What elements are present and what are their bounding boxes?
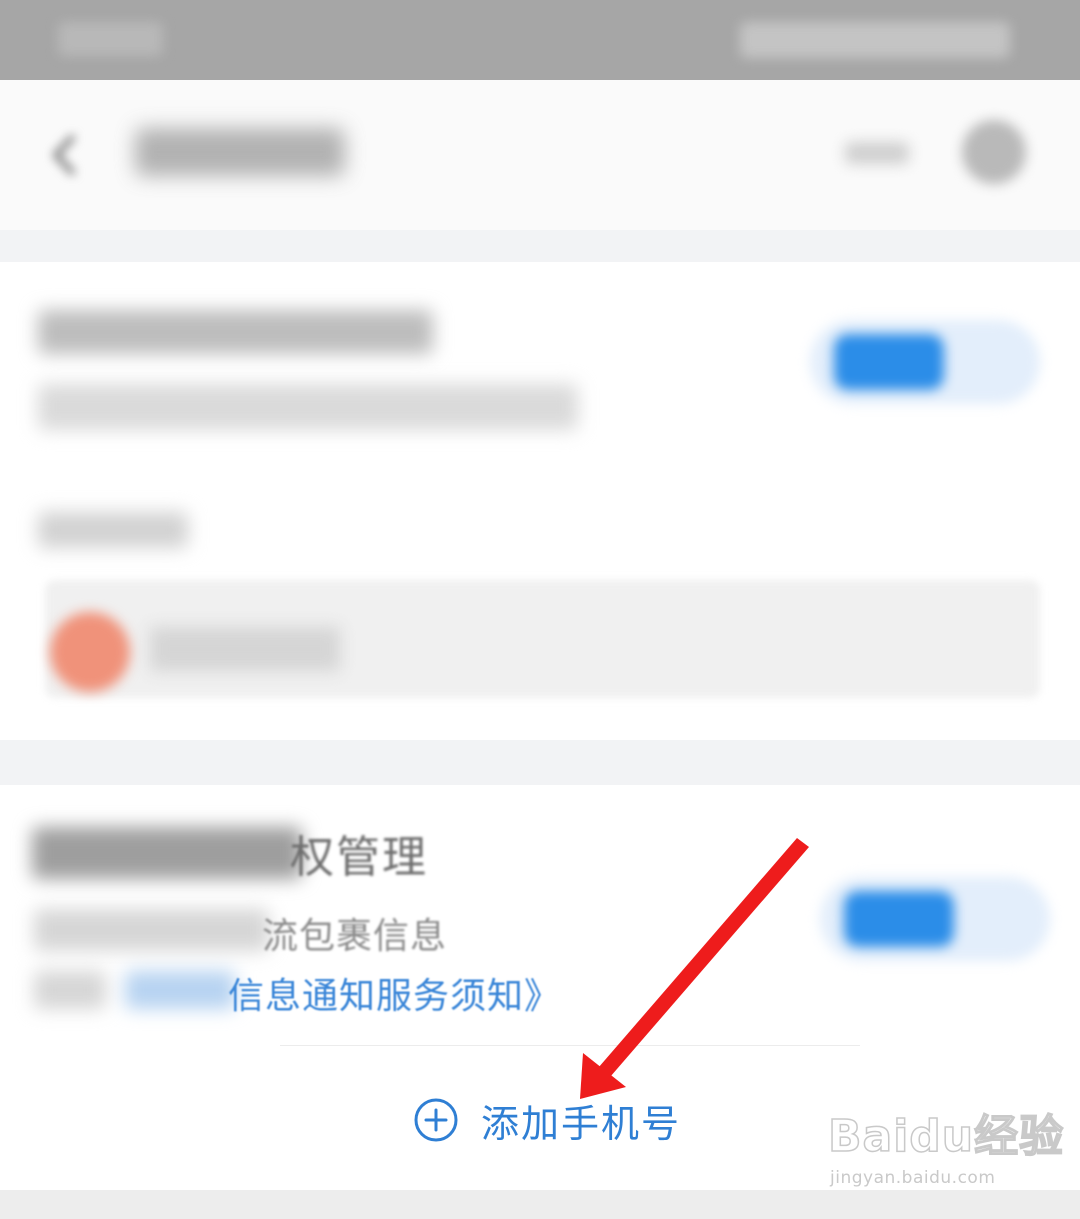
watermark-brand: Baidu经验 <box>827 1110 1065 1163</box>
baidu-jingyan-watermark: Baidu经验 jingyan.baidu.com <box>827 1100 1064 1195</box>
toggle-switch-1[interactable] <box>810 320 1040 404</box>
watermark-url: jingyan.baidu.com <box>830 1168 996 1188</box>
toggle-knob <box>834 334 944 390</box>
phone-number-blurred <box>150 627 340 671</box>
plus-circle-icon <box>414 1098 458 1142</box>
nav-header <box>0 80 1080 230</box>
status-icons-blurred <box>740 22 1010 58</box>
setting-description-blurred <box>38 384 578 430</box>
service-notice-link[interactable]: 信息通知服务须知》 <box>228 967 561 1019</box>
page-title-blurred <box>135 128 345 176</box>
settings-card-1 <box>0 262 1080 740</box>
divider <box>280 1045 860 1046</box>
link-prefix-blurred <box>34 971 106 1009</box>
status-bar <box>0 0 1080 80</box>
add-phone-button[interactable]: 添加手机号 <box>413 1090 681 1150</box>
app-screen: 权管理 流包裹信息 信息通知服务须知》 添加手机号 Baidu经验 jingya… <box>0 0 1080 1219</box>
avatar <box>50 612 130 692</box>
description-blurred-part <box>34 909 269 951</box>
link-blurred-part <box>125 971 235 1009</box>
toggle-knob <box>844 891 954 947</box>
heading-blurred-part <box>32 827 302 879</box>
back-arrow-icon[interactable] <box>40 130 90 180</box>
section-label-blurred <box>38 512 188 548</box>
add-phone-label: 添加手机号 <box>481 1101 682 1146</box>
permission-heading: 权管理 <box>290 832 428 883</box>
toggle-switch-2[interactable] <box>820 877 1050 961</box>
header-action-blurred[interactable] <box>845 142 909 164</box>
permission-description: 流包裹信息 <box>262 916 448 957</box>
status-time-blurred <box>58 22 163 56</box>
setting-title-blurred <box>38 310 433 354</box>
header-menu-icon[interactable] <box>962 120 1026 184</box>
